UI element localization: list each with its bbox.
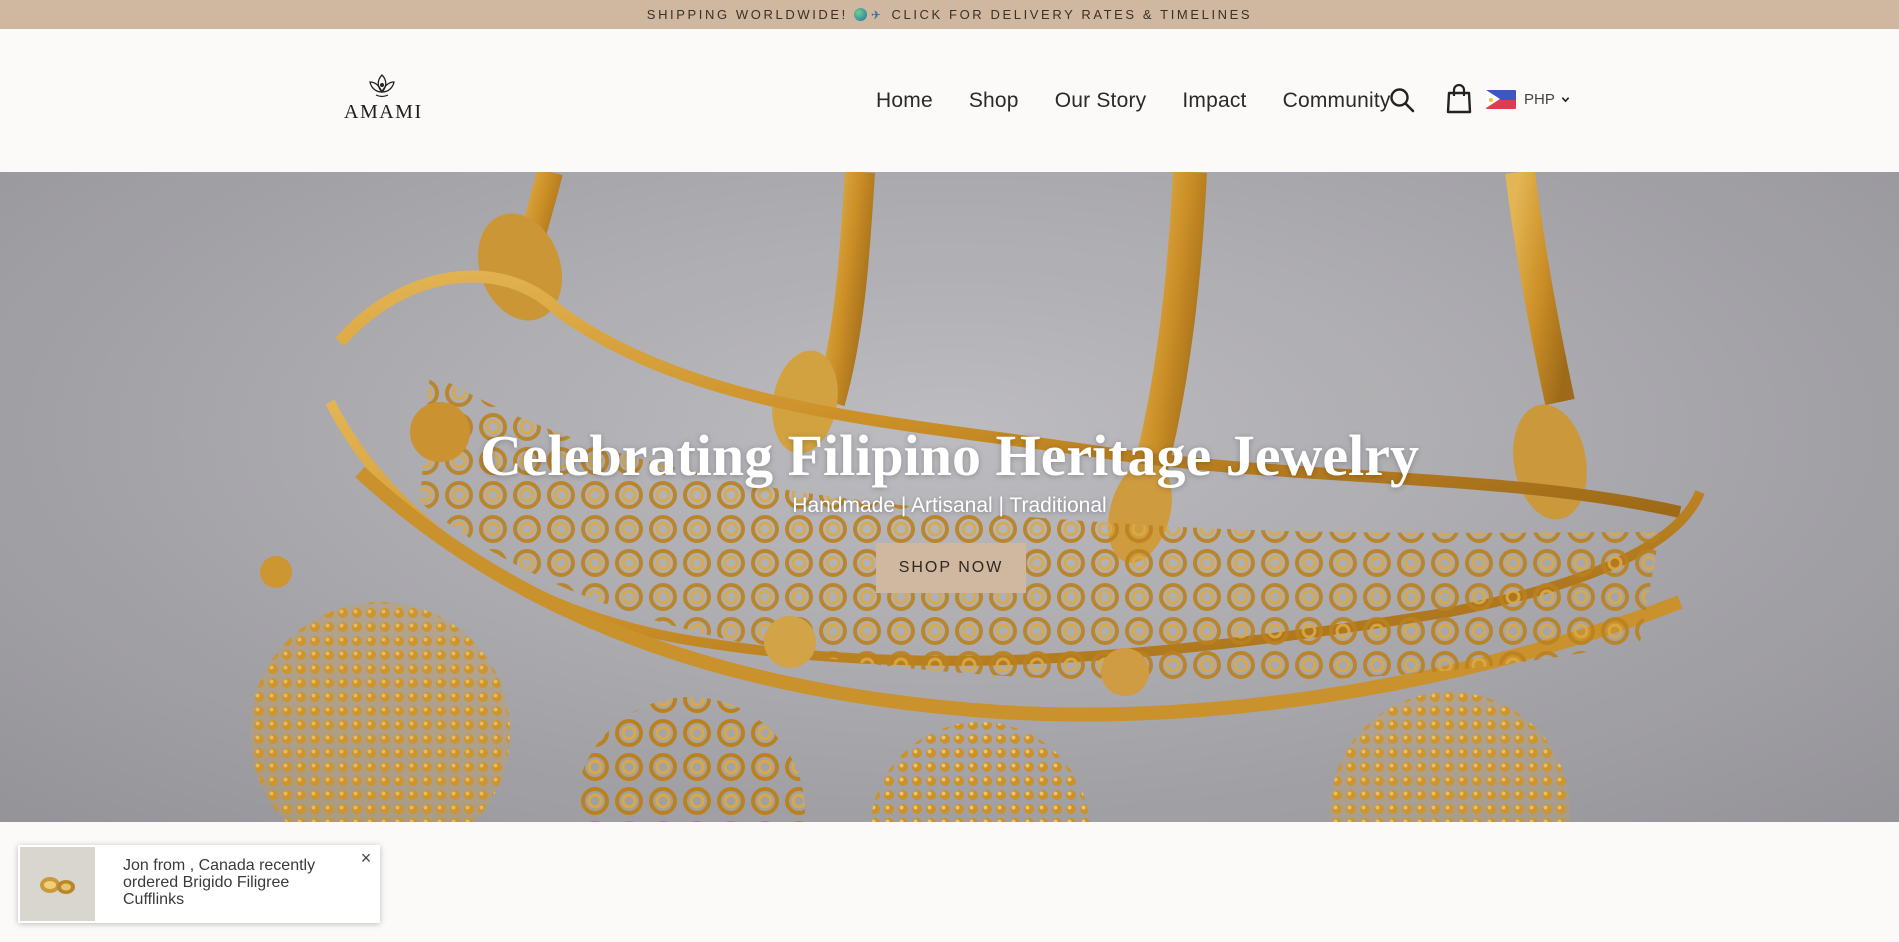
shop-now-button[interactable]: SHOP NOW xyxy=(876,543,1026,593)
search-button[interactable] xyxy=(1389,87,1415,113)
popup-message-line-1: Jon from , Canada recently xyxy=(123,857,316,874)
popup-message-line-2: ordered Brigido Filigree xyxy=(123,874,290,891)
hero-banner: Celebrating Filipino Heritage Jewelry Ha… xyxy=(0,172,1899,822)
hero-title: Celebrating Filipino Heritage Jewelry xyxy=(479,423,1420,488)
announcement-bar[interactable]: SHIPPING WORLDWIDE! ✈ CLICK FOR DELIVERY… xyxy=(0,0,1899,29)
nav-item-home[interactable]: Home xyxy=(876,89,933,113)
currency-selector[interactable]: PHP xyxy=(1486,90,1570,109)
hero-subtitle: Handmade | Artisanal | Traditional xyxy=(792,494,1107,517)
airplane-icon: ✈ xyxy=(870,7,884,22)
nav-item-community[interactable]: Community xyxy=(1283,89,1391,113)
nav-item-impact[interactable]: Impact xyxy=(1182,89,1246,113)
globe-icon xyxy=(853,8,867,21)
site-header: AMAMI Home Shop Our Story Impact Communi… xyxy=(0,29,1899,172)
recent-order-popup[interactable]: Jon from , Canada recently ordered Brigi… xyxy=(18,845,380,923)
philippines-flag-icon xyxy=(1486,90,1516,109)
nav-item-our-story[interactable]: Our Story xyxy=(1055,89,1147,113)
logo-flower-icon xyxy=(369,74,395,98)
shopping-bag-icon xyxy=(1446,83,1472,114)
main-nav: Home Shop Our Story Impact Community xyxy=(876,89,1391,113)
popup-message-line-3: Cufflinks xyxy=(123,891,185,908)
cufflinks-image xyxy=(20,847,95,921)
announcement-text-shipping: SHIPPING WORLDWIDE! xyxy=(646,7,848,22)
popup-message: Jon from , Canada recently ordered Brigi… xyxy=(123,857,338,908)
search-icon xyxy=(1390,88,1415,113)
chevron-down-icon xyxy=(1561,97,1570,103)
cart-button[interactable] xyxy=(1446,83,1472,114)
logo-text: AMAMI xyxy=(344,101,423,123)
product-thumbnail[interactable] xyxy=(20,847,95,921)
currency-label: PHP xyxy=(1524,91,1555,108)
nav-item-shop[interactable]: Shop xyxy=(969,89,1019,113)
close-icon[interactable]: × xyxy=(357,849,375,867)
announcement-text-delivery: CLICK FOR DELIVERY RATES & TIMELINES xyxy=(891,7,1253,22)
logo[interactable]: AMAMI xyxy=(344,73,423,124)
